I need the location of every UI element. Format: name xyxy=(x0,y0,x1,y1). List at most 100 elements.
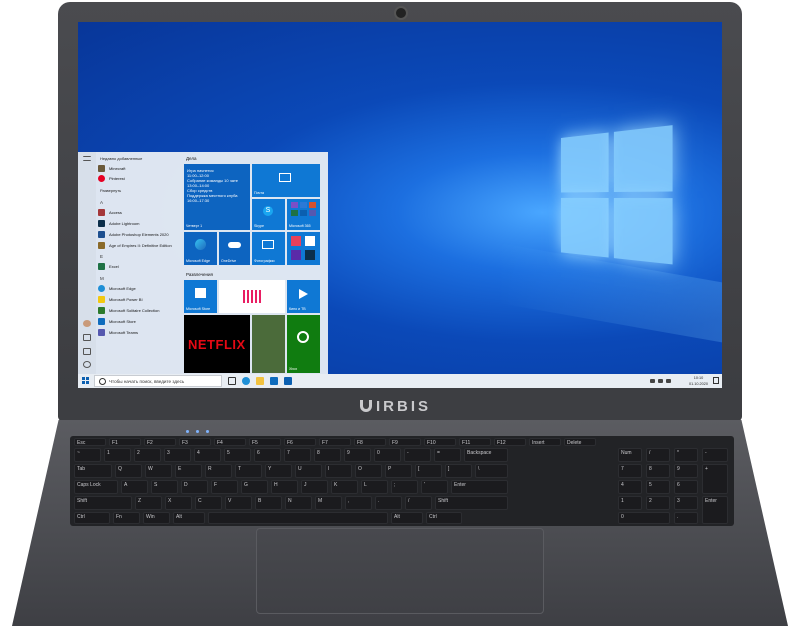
key[interactable]: Alt xyxy=(173,512,205,524)
key[interactable]: 3 xyxy=(164,448,191,462)
settings-gear-icon[interactable] xyxy=(83,361,91,368)
key[interactable]: 7 xyxy=(284,448,311,462)
key[interactable]: Insert xyxy=(529,438,561,446)
key[interactable]: 2 xyxy=(134,448,161,462)
tile-skype[interactable]: S Skype xyxy=(252,199,285,230)
app-item-age-of-empires[interactable]: Age of Empires II: Definitive Edition xyxy=(98,241,172,250)
tile-edge[interactable]: Microsoft Edge xyxy=(184,232,217,265)
numpad-key[interactable]: 0 xyxy=(618,512,670,524)
tile-netflix[interactable]: NETFLIX xyxy=(184,315,250,373)
notification-center-icon[interactable] xyxy=(713,377,719,384)
key[interactable]: ; xyxy=(391,480,418,494)
key[interactable]: Backspace xyxy=(464,448,508,462)
key[interactable]: I xyxy=(325,464,352,478)
numpad-key[interactable]: Num xyxy=(618,448,642,462)
key[interactable]: T xyxy=(235,464,262,478)
tile-mail[interactable]: Почта xyxy=(252,164,320,197)
key[interactable]: U xyxy=(295,464,322,478)
key[interactable]: F10 xyxy=(424,438,456,446)
key[interactable]: ] xyxy=(445,464,472,478)
letter-header-m[interactable]: M xyxy=(100,276,104,281)
numpad-key[interactable]: / xyxy=(646,448,670,462)
key[interactable]: / xyxy=(405,496,432,510)
app-item-minecraft[interactable]: Minecraft xyxy=(98,164,125,173)
key[interactable]: Z xyxy=(135,496,162,510)
taskbar-search-box[interactable]: Чтобы начать поиск, введите здесь xyxy=(94,375,222,387)
key[interactable]: Shift xyxy=(435,496,508,510)
key[interactable]: 8 xyxy=(314,448,341,462)
key[interactable]: F11 xyxy=(459,438,491,446)
key[interactable]: F xyxy=(211,480,238,494)
key[interactable]: Ctrl xyxy=(426,512,462,524)
key[interactable]: Q xyxy=(115,464,142,478)
pictures-icon[interactable] xyxy=(83,348,91,355)
key[interactable]: C xyxy=(195,496,222,510)
key[interactable]: N xyxy=(285,496,312,510)
key[interactable]: 1 xyxy=(104,448,131,462)
key[interactable]: Fn xyxy=(113,512,140,524)
windows-start-icon[interactable] xyxy=(82,377,90,385)
numpad-key[interactable]: Enter xyxy=(702,496,728,524)
key[interactable]: - xyxy=(404,448,431,462)
key[interactable]: Enter xyxy=(451,480,508,494)
tile-calendar[interactable]: Игра начнется 11:00–12:00 Собрание коман… xyxy=(184,164,250,230)
key[interactable]: W xyxy=(145,464,172,478)
app-item-solitaire[interactable]: Microsoft Solitaire Collection xyxy=(98,306,159,315)
key[interactable]: M xyxy=(315,496,342,510)
network-icon[interactable] xyxy=(658,379,663,383)
expand-link[interactable]: Развернуть xyxy=(100,188,121,193)
key[interactable]: F7 xyxy=(319,438,351,446)
key[interactable]: F6 xyxy=(284,438,316,446)
user-avatar-icon[interactable] xyxy=(83,320,91,327)
key[interactable]: = xyxy=(434,448,461,462)
key[interactable]: F9 xyxy=(389,438,421,446)
app-item-photoshop-elements[interactable]: Adobe Photoshop Elements 2020 xyxy=(98,230,169,239)
app-item-edge[interactable]: Microsoft Edge xyxy=(98,284,136,293)
numpad-key[interactable]: 5 xyxy=(646,480,670,494)
touchpad[interactable] xyxy=(256,528,544,614)
key[interactable]: F2 xyxy=(144,438,176,446)
edge-taskbar-icon[interactable] xyxy=(242,377,250,385)
app-item-store[interactable]: Microsoft Store xyxy=(98,317,136,326)
key[interactable]: Tab xyxy=(74,464,112,478)
numpad-key[interactable]: 4 xyxy=(618,480,642,494)
numpad-key[interactable]: 1 xyxy=(618,496,642,510)
key[interactable]: ' xyxy=(421,480,448,494)
key[interactable]: F12 xyxy=(494,438,526,446)
key[interactable]: Delete xyxy=(564,438,596,446)
key[interactable]: F4 xyxy=(214,438,246,446)
key[interactable]: G xyxy=(241,480,268,494)
key[interactable] xyxy=(208,512,388,524)
tile-store[interactable]: Microsoft Store xyxy=(184,280,217,313)
key[interactable]: H xyxy=(271,480,298,494)
app-item-power-bi[interactable]: Microsoft Power BI xyxy=(98,295,143,304)
key[interactable]: Caps Lock xyxy=(74,480,118,494)
key[interactable]: Esc xyxy=(74,438,106,446)
key[interactable]: Win xyxy=(143,512,170,524)
tile-photo-preview[interactable] xyxy=(252,315,285,373)
key[interactable]: . xyxy=(375,496,402,510)
store-taskbar-icon[interactable] xyxy=(270,377,278,385)
file-explorer-icon[interactable] xyxy=(256,377,264,385)
tile-microsoft-365[interactable]: Microsoft 365 xyxy=(287,199,320,230)
key[interactable]: Ctrl xyxy=(74,512,110,524)
key[interactable]: \ xyxy=(475,464,508,478)
letter-header-a[interactable]: A xyxy=(100,200,103,205)
key[interactable]: P xyxy=(385,464,412,478)
key[interactable]: X xyxy=(165,496,192,510)
volume-icon[interactable] xyxy=(666,379,671,383)
key[interactable]: K xyxy=(331,480,358,494)
letter-header-e[interactable]: E xyxy=(100,254,103,259)
app-item-pinterest[interactable]: Pinterest xyxy=(98,174,125,183)
key[interactable]: D xyxy=(181,480,208,494)
tile-onedrive[interactable]: OneDrive xyxy=(219,232,250,265)
key[interactable]: Shift xyxy=(74,496,132,510)
chevron-up-icon[interactable] xyxy=(650,379,655,383)
key[interactable]: L xyxy=(361,480,388,494)
system-clock[interactable]: 10:10 01.10.2020 xyxy=(689,375,708,387)
numpad-key[interactable]: + xyxy=(702,464,728,494)
task-view-icon[interactable] xyxy=(228,377,236,385)
numpad-key[interactable]: 8 xyxy=(646,464,670,478)
key[interactable]: V xyxy=(225,496,252,510)
key[interactable]: F3 xyxy=(179,438,211,446)
